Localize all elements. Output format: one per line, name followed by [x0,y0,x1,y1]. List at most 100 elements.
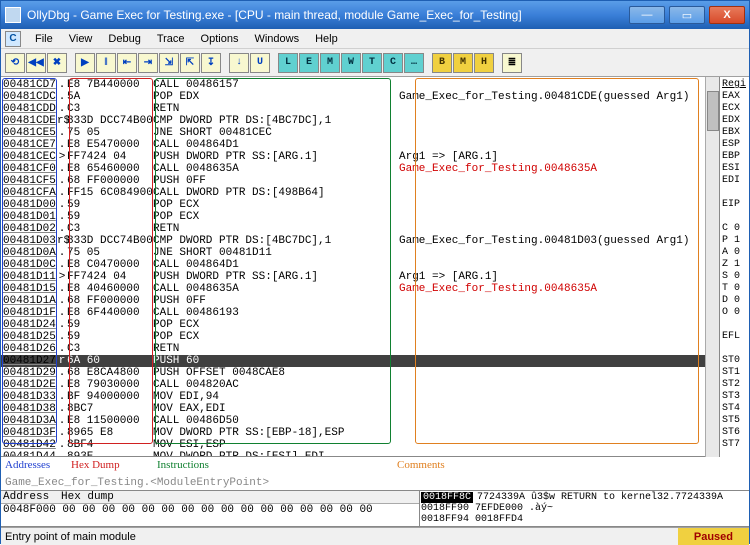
register-label: EFL [722,331,747,343]
child-system-menu[interactable]: C [5,31,21,47]
disasm-row[interactable]: 00481CEC>FF7424 04PUSH DWORD PTR SS:[ARG… [1,151,749,163]
maximize-button[interactable]: ▭ [669,6,705,24]
toolbar-button[interactable]: W [341,53,361,73]
disasm-row[interactable]: 00481CF0.E8 65460000CALL 0048635AGame_Ex… [1,163,749,175]
instruction-cell: MOV ESI,ESP [153,439,391,451]
disasm-row[interactable]: 00481CE5.75 05JNE SHORT 00481CEC [1,127,749,139]
disasm-row[interactable]: 00481D38.8BC7MOV EAX,EDI [1,403,749,415]
toolbar-button[interactable]: ‖ [96,53,116,73]
disassembly-panel[interactable]: 00481CD7.E8 7B440000CALL 0048615700481CD… [1,77,749,457]
address-cell: 00481D42 [1,439,57,451]
disasm-row[interactable]: 00481D11>FF7424 04PUSH DWORD PTR SS:[ARG… [1,271,749,283]
toolbar-button[interactable]: ✖ [47,53,67,73]
disasm-row[interactable]: 00481CDEr$833D DCC74B00CMP DWORD PTR DS:… [1,115,749,127]
toolbar-button[interactable]: ≣ [502,53,522,73]
menu-options[interactable]: Options [193,33,247,45]
register-label [722,187,747,199]
toolbar-button[interactable]: M [320,53,340,73]
toolbar-button[interactable]: M [453,53,473,73]
instruction-cell: CALL 00486D50 [153,415,391,427]
toolbar-button[interactable]: ⇱ [180,53,200,73]
toolbar-button[interactable]: ⇤ [117,53,137,73]
toolbar-button[interactable]: ⇲ [159,53,179,73]
disasm-row[interactable]: 00481D24.59POP ECX [1,319,749,331]
address-cell: 00481D29 [1,367,57,379]
toolbar-button[interactable]: T [362,53,382,73]
toolbar-button[interactable]: ▶ [75,53,95,73]
instruction-cell: PUSH 60 [153,355,391,367]
menu-file[interactable]: File [27,33,61,45]
comment-cell: Game_Exec_for_Testing.0048635A [391,283,597,295]
disasm-row[interactable]: 00481D02.C3RETN [1,223,749,235]
stack-panel[interactable]: 0018FF8C7724339A û3$w RETURN to kernel32… [419,491,749,526]
marker-cell: . [57,451,67,457]
disasm-row[interactable]: 00481D27r6A 60PUSH 60 [1,355,749,367]
toolbar-button[interactable]: ⟲ [5,53,25,73]
disasm-row[interactable]: 00481CF5.68 FF000000PUSH 0FF [1,175,749,187]
menu-help[interactable]: Help [307,33,346,45]
instruction-cell: PUSH 0FF [153,295,391,307]
disasm-row[interactable]: 00481D3F.8965 E8MOV DWORD PTR SS:[EBP-18… [1,427,749,439]
disasm-row[interactable]: 00481D0C.E8 C0470000CALL 004864D1 [1,259,749,271]
address-cell: 00481CD7 [1,79,57,91]
disasm-row[interactable]: 00481CE7.E8 E5470000CALL 004864D1 [1,139,749,151]
minimize-button[interactable]: — [629,6,665,24]
address-cell: 00481D01 [1,211,57,223]
disasm-row[interactable]: 00481D2E.E8 79030000CALL 004820AC [1,379,749,391]
disasm-row[interactable]: 00481CFA.FF15 6C084900CALL DWORD PTR DS:… [1,187,749,199]
toolbar-button[interactable]: L [278,53,298,73]
comment-cell [391,127,399,139]
toolbar-button[interactable]: ↧ [201,53,221,73]
disasm-scrollbar[interactable] [705,77,719,457]
disasm-row[interactable]: 00481D25.59POP ECX [1,331,749,343]
toolbar-button[interactable]: U [250,53,270,73]
stack-row[interactable]: 0018FF90 7EFDE000 .àý~ [421,503,748,514]
disasm-row[interactable]: 00481D00.59POP ECX [1,199,749,211]
toolbar-button[interactable]: C [383,53,403,73]
disasm-row[interactable]: 00481CDC.5APOP EDXGame_Exec_for_Testing.… [1,91,749,103]
disasm-row[interactable]: 00481D1A.68 FF000000PUSH 0FF [1,295,749,307]
comment-cell [391,415,399,427]
disasm-row[interactable]: 00481D1F.E8 6F440000CALL 00486193 [1,307,749,319]
stack-row[interactable]: 0018FF8C7724339A û3$w RETURN to kernel32… [421,492,748,503]
disasm-row[interactable]: 00481CD7.E8 7B440000CALL 00486157 [1,79,749,91]
disasm-row[interactable]: 00481D29.68 E8CA4800PUSH OFFSET 0048CAE8 [1,367,749,379]
marker-cell: . [57,79,67,91]
disasm-row[interactable]: 00481D15.E8 40460000CALL 0048635AGame_Ex… [1,283,749,295]
hex-dump-panel[interactable]: AddressHex dump 0048F000 00 00 00 00 00 … [1,491,419,526]
disasm-row[interactable]: 00481D01.59POP ECX [1,211,749,223]
disasm-row[interactable]: 00481D0A.75 05JNE SHORT 00481D11 [1,247,749,259]
instruction-cell: PUSH DWORD PTR SS:[ARG.1] [153,151,391,163]
toolbar-button[interactable]: ↓ [229,53,249,73]
disasm-row[interactable]: 00481D3A.E8 11500000CALL 00486D50 [1,415,749,427]
register-label: S 0 [722,271,747,283]
toolbar-button[interactable]: ◀◀ [26,53,46,73]
menu-view[interactable]: View [61,33,101,45]
marker-cell: . [57,403,67,415]
toolbar-button[interactable]: H [474,53,494,73]
toolbar-button[interactable]: ⇥ [138,53,158,73]
menu-windows[interactable]: Windows [246,33,307,45]
disasm-row[interactable]: 00481CDD.C3RETN [1,103,749,115]
registers-panel[interactable]: RegiEAXECXEDXEBXESPEBPESIEDI EIP C 0P 1A… [719,77,749,457]
address-cell: 00481D24 [1,319,57,331]
marker-cell: . [57,127,67,139]
hex-cell: FF7424 04 [67,151,153,163]
scrollbar-thumb[interactable] [707,91,719,131]
address-cell: 00481D1F [1,307,57,319]
close-button[interactable]: X [709,6,745,24]
toolbar-button[interactable]: E [299,53,319,73]
register-label: P 1 [722,235,747,247]
disasm-row[interactable]: 00481D33.BF 94000000MOV EDI,94 [1,391,749,403]
stack-row[interactable]: 0018FF94 0018FFD4 [421,514,748,525]
disasm-row[interactable]: 00481D42.8BF4MOV ESI,ESP [1,439,749,451]
toolbar-button[interactable]: B [432,53,452,73]
toolbar-button[interactable]: … [404,53,424,73]
menu-trace[interactable]: Trace [149,33,193,45]
comment-cell [391,379,399,391]
disasm-row[interactable]: 00481D26.C3RETN [1,343,749,355]
disasm-row[interactable]: 00481D44.893EMOV DWORD PTR DS:[ESI],EDI [1,451,749,457]
disasm-row[interactable]: 00481D03r$833D DCC74B00CMP DWORD PTR DS:… [1,235,749,247]
address-cell: 00481D26 [1,343,57,355]
menu-debug[interactable]: Debug [100,33,148,45]
